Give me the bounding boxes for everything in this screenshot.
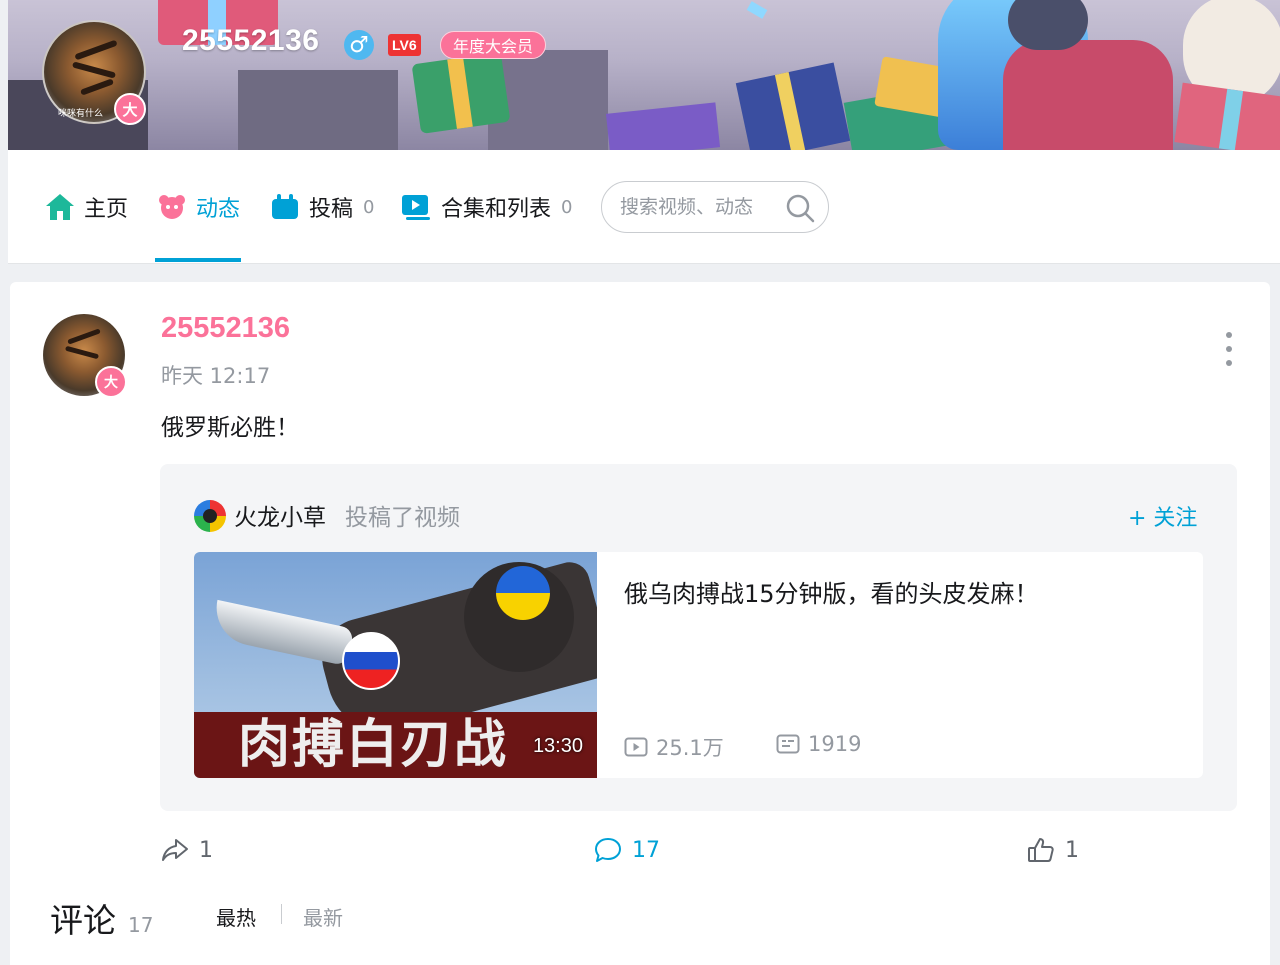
banner-character (1003, 40, 1173, 150)
vip-badge: 大 (114, 93, 146, 125)
comments-count: 17 (128, 913, 154, 937)
thumb-title: 肉搏白刃战 (238, 714, 509, 775)
avatar-stripe (64, 345, 100, 360)
collections-icon (401, 192, 433, 222)
banner-gift-box (735, 62, 851, 150)
profile-username: 25552136 (182, 24, 320, 57)
more-options-icon[interactable] (1219, 332, 1239, 366)
male-gender-icon: ♂ (344, 30, 374, 60)
view-count-value: 25.1万 (656, 736, 724, 760)
tab-dynamics[interactable]: 动态 (156, 190, 240, 224)
post-time: 昨天 12:17 (161, 364, 271, 388)
comments-header: 评论 17 (50, 894, 153, 942)
sort-new-button[interactable]: 最新 (303, 902, 343, 931)
thumb-knife (209, 599, 355, 667)
video-duration: 13:30 (532, 735, 583, 757)
avatar-stripe (71, 61, 117, 79)
thumbs-up-icon (1028, 838, 1054, 862)
forward-author[interactable]: 火龙小草 (234, 498, 326, 532)
like-count: 1 (1065, 837, 1079, 863)
avatar-stripe (67, 328, 101, 345)
profile-nav: 主页 动态 投稿 0 合集和列表 0 搜索视频、动态 (8, 150, 1280, 264)
ukraine-flag-icon (496, 566, 550, 620)
tab-uploads-count: 0 (363, 196, 375, 218)
tab-collections-count: 0 (561, 196, 573, 218)
comment-button[interactable]: 17 (594, 837, 660, 863)
dynamics-icon (156, 192, 188, 222)
tab-uploads-label: 投稿 (309, 197, 354, 222)
sort-divider (281, 904, 282, 924)
share-button[interactable]: 1 (161, 837, 213, 863)
tab-collections[interactable]: 合集和列表 0 (401, 190, 572, 224)
comment-icon (595, 838, 621, 862)
avatar-stripe (79, 78, 115, 96)
vip-tag[interactable]: 年度大会员 (440, 31, 547, 59)
search-box[interactable] (601, 181, 829, 233)
view-count: 25.1万 (624, 732, 724, 762)
tab-uploads[interactable]: 投稿 0 (269, 190, 374, 224)
banner-gift-box (605, 102, 721, 150)
sort-hot-button[interactable]: 最热 (216, 902, 256, 931)
tab-collections-label: 合集和列表 (441, 197, 552, 222)
comment-count: 17 (632, 837, 660, 863)
like-button[interactable]: 1 (1027, 837, 1079, 863)
post-username[interactable]: 25552136 (161, 312, 290, 345)
avatar-caption: 咪咪有什么 (58, 109, 104, 119)
banner-decoration (238, 70, 398, 150)
search-input[interactable] (620, 196, 780, 218)
banner-gift-box (411, 52, 511, 134)
danmaku-count-value: 1919 (808, 732, 862, 756)
level-badge: LV6 (388, 34, 421, 56)
danmaku-icon (776, 734, 800, 754)
video-title[interactable]: 俄乌肉搏战15分钟版，看的头皮发麻！ (624, 574, 1039, 609)
share-count: 1 (199, 837, 213, 863)
danmaku-count: 1919 (776, 732, 861, 756)
banner-confetti (746, 1, 768, 19)
tab-home-label: 主页 (84, 197, 129, 222)
dynamic-post-card: 大 25552136 昨天 12:17 俄罗斯必胜！ 火龙小草 投稿了视频 + … (10, 282, 1270, 965)
comments-title: 评论 (50, 901, 116, 940)
russia-flag-icon (342, 632, 400, 690)
post-vip-badge: 大 (95, 366, 127, 398)
profile-banner (8, 0, 1280, 150)
post-text: 俄罗斯必胜！ (161, 415, 299, 441)
forwarded-content: 火龙小草 投稿了视频 + 关注 肉搏白刃战 13:30 俄乌肉搏战15分钟版，看… (160, 464, 1237, 811)
forward-action: 投稿了视频 (345, 505, 460, 531)
follow-button[interactable]: + 关注 (1128, 500, 1197, 532)
banner-plush-bear (1008, 0, 1088, 50)
author-avatar[interactable] (194, 500, 226, 532)
active-tab-indicator (155, 258, 241, 262)
share-icon (162, 839, 188, 861)
home-icon (44, 192, 76, 222)
tab-home[interactable]: 主页 (44, 190, 128, 224)
tab-dynamics-label: 动态 (196, 197, 241, 222)
avatar-stripe (74, 39, 118, 61)
video-card[interactable]: 肉搏白刃战 13:30 俄乌肉搏战15分钟版，看的头皮发麻！ 25.1万 191 (194, 552, 1203, 778)
uploads-icon (269, 192, 301, 222)
search-icon[interactable] (784, 192, 816, 224)
play-count-icon (624, 737, 648, 757)
video-thumbnail[interactable]: 肉搏白刃战 13:30 (194, 552, 597, 778)
